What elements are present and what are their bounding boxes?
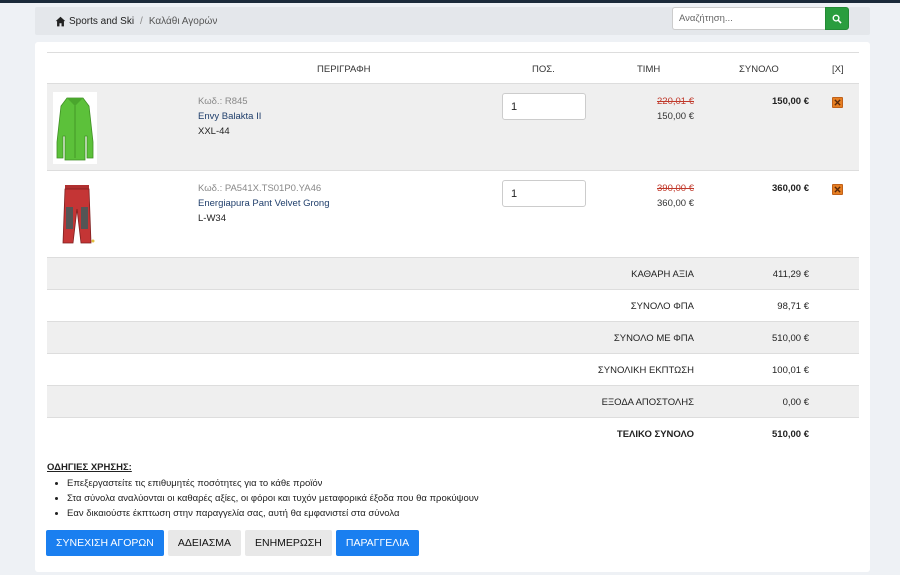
- cart-table-header: ΠΕΡΙΓΡΑΦΗ ΠΟΣ. ΤΙΜΗ ΣΥΝΟΛΟ [X]: [47, 52, 859, 84]
- top-border: [0, 0, 900, 3]
- product-name-link[interactable]: Envy Balakta II: [198, 111, 261, 122]
- totals-value: 98,71 €: [777, 301, 809, 312]
- product-image[interactable]: [53, 92, 97, 164]
- home-icon: [55, 16, 66, 26]
- product-size: XXL-44: [198, 126, 230, 137]
- breadcrumb-home-label: Sports and Ski: [69, 15, 135, 27]
- header-qty: ΠΟΣ.: [532, 64, 555, 75]
- quantity-input[interactable]: [502, 180, 586, 207]
- product-code: Κωδ.: R845: [198, 96, 248, 107]
- totals-row: ΚΑΘΑΡΗ ΑΞΙΑ 411,29 €: [47, 258, 859, 290]
- remove-item-button[interactable]: [832, 184, 843, 195]
- instruction-item: Εαν δικαιούστε έκπτωση στην παραγγελία σ…: [67, 506, 479, 521]
- search-box: [672, 7, 849, 30]
- totals-row: ΣΥΝΟΛΙΚΗ ΕΚΠΤΩΣΗ 100,01 €: [47, 354, 859, 386]
- totals-row: ΣΥΝΟΛΟ ΦΠΑ 98,71 €: [47, 290, 859, 322]
- update-cart-button[interactable]: ΕΝΗΜΕΡΩΣΗ: [245, 530, 332, 556]
- breadcrumb-separator: /: [140, 15, 143, 27]
- action-buttons: ΣΥΝΕΧΙΣΗ ΑΓΟΡΩΝ ΑΔΕΙΑΣΜΑ ΕΝΗΜΕΡΩΣΗ ΠΑΡΑΓ…: [46, 530, 420, 556]
- totals-label: ΚΑΘΑΡΗ ΑΞΙΑ: [631, 269, 694, 280]
- instructions-title: ΟΔΗΓΙΕΣ ΧΡΗΣΗΣ:: [47, 462, 132, 473]
- grand-total-label: ΤΕΛΙΚΟ ΣΥΝΟΛΟ: [616, 429, 694, 440]
- search-button[interactable]: [825, 7, 849, 30]
- unit-price: 360,00 €: [657, 198, 694, 209]
- search-icon: [832, 14, 842, 24]
- close-icon: [834, 186, 841, 193]
- instructions-list: Επεξεργαστείτε τις επιθυμητές ποσότητες …: [67, 476, 479, 521]
- product-name-link[interactable]: Energiapura Pant Velvet Grong: [198, 198, 330, 209]
- totals-label: ΣΥΝΟΛΟ ΜΕ ΦΠΑ: [613, 333, 694, 344]
- row-total: 150,00 €: [772, 96, 809, 107]
- totals-label: ΣΥΝΟΛΟ ΦΠΑ: [630, 301, 694, 312]
- search-input[interactable]: [672, 7, 825, 30]
- totals-value: 411,29 €: [772, 269, 809, 280]
- totals-label: ΣΥΝΟΛΙΚΗ ΕΚΠΤΩΣΗ: [597, 365, 694, 376]
- row-total: 360,00 €: [772, 183, 809, 194]
- totals-row: ΣΥΝΟΛΟ ΜΕ ΦΠΑ 510,00 €: [47, 322, 859, 354]
- grand-total-row: ΤΕΛΙΚΟ ΣΥΝΟΛΟ 510,00 €: [47, 418, 859, 450]
- old-price: 220,01 €: [657, 96, 694, 107]
- header-total: ΣΥΝΟΛΟ: [739, 64, 779, 75]
- cart-panel: ΠΕΡΙΓΡΑΦΗ ΠΟΣ. ΤΙΜΗ ΣΥΝΟΛΟ [X] Κωδ.: R84…: [35, 42, 870, 572]
- instruction-item: Επεξεργαστείτε τις επιθυμητές ποσότητες …: [67, 476, 479, 491]
- old-price: 390,00 €: [657, 183, 694, 194]
- header-price: ΤΙΜΗ: [637, 64, 661, 75]
- product-code: Κωδ.: PA541X.TS01P0.YA46: [198, 183, 322, 194]
- quantity-input[interactable]: [502, 93, 586, 120]
- product-size: L-W34: [198, 213, 226, 224]
- remove-item-button[interactable]: [832, 97, 843, 108]
- grand-total-value: 510,00 €: [772, 429, 809, 440]
- header-description: ΠΕΡΙΓΡΑΦΗ: [317, 64, 371, 75]
- breadcrumb-home-link[interactable]: Sports and Ski: [55, 16, 134, 27]
- totals-value: 510,00 €: [772, 333, 809, 344]
- continue-shopping-button[interactable]: ΣΥΝΕΧΙΣΗ ΑΓΟΡΩΝ: [46, 530, 164, 556]
- instruction-item: Στα σύνολα αναλύονται οι καθαρές αξίες, …: [67, 491, 479, 506]
- product-image[interactable]: [53, 179, 97, 251]
- cart-item-row: Κωδ.: PA541X.TS01P0.YA46 Energiapura Pan…: [47, 171, 859, 258]
- totals-value: 100,01 €: [772, 365, 809, 376]
- breadcrumb-current: Καλάθι Αγορών: [148, 15, 218, 27]
- place-order-button[interactable]: ΠΑΡΑΓΓΕΛΙΑ: [335, 530, 420, 556]
- unit-price: 150,00 €: [657, 111, 694, 122]
- totals-row: ΕΞΟΔΑ ΑΠΟΣΤΟΛΗΣ 0,00 €: [47, 386, 859, 418]
- header-remove: [X]: [832, 64, 844, 75]
- close-icon: [834, 99, 841, 106]
- empty-cart-button[interactable]: ΑΔΕΙΑΣΜΑ: [167, 530, 241, 556]
- cart-item-row: Κωδ.: R845 Envy Balakta II XXL-44 220,01…: [47, 84, 859, 171]
- totals-value: 0,00 €: [782, 397, 809, 408]
- totals-label: ΕΞΟΔΑ ΑΠΟΣΤΟΛΗΣ: [601, 397, 694, 408]
